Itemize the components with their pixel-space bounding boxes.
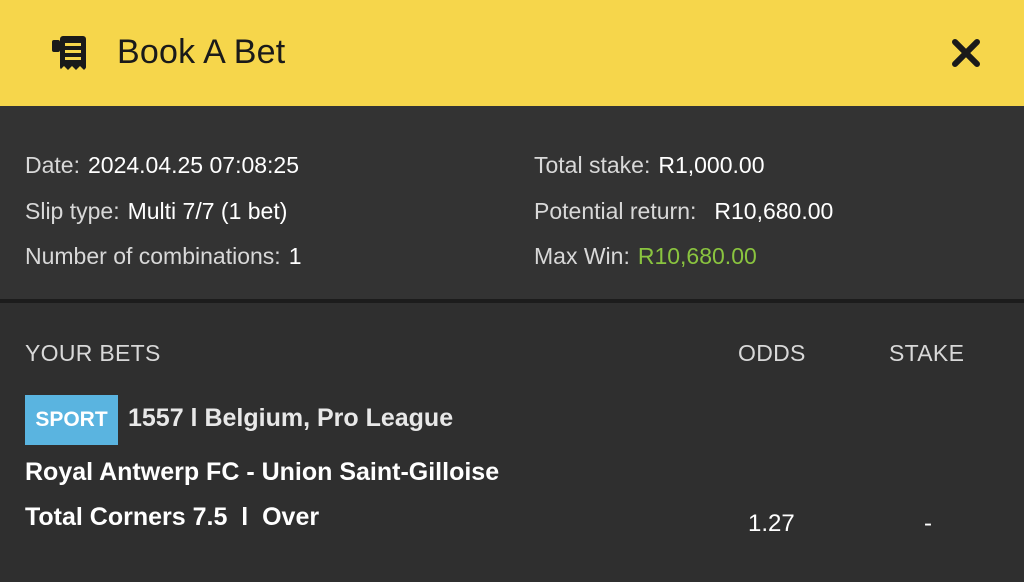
bet-summary: Date: 2024.04.25 07:08:25 Slip type: Multi… bbox=[0, 106, 1024, 299]
your-bets-heading: YOUR BETS bbox=[25, 340, 161, 366]
date-label: Date: bbox=[25, 152, 80, 178]
potential-return-row: Potential return: R10,680.00 bbox=[534, 198, 833, 225]
modal-title: Book A Bet bbox=[117, 33, 286, 71]
total-stake-row: Total stake: R1,000.00 bbox=[534, 152, 764, 179]
date-row: Date: 2024.04.25 07:08:25 bbox=[25, 152, 299, 179]
event-league: 1557 l Belgium, Pro League bbox=[128, 404, 454, 432]
stake-value: - bbox=[924, 510, 932, 537]
combinations-value: 1 bbox=[288, 243, 302, 269]
odds-heading: ODDS bbox=[738, 340, 806, 366]
combinations-label: Number of combinations: bbox=[25, 243, 281, 269]
stake-heading: STAKE bbox=[889, 340, 965, 366]
max-win-row: Max Win: R10,680.00 bbox=[534, 243, 757, 270]
match-name: Royal Antwerp FC - Union Saint-Gilloise bbox=[25, 458, 500, 486]
potential-return-value: R10,680.00 bbox=[714, 198, 834, 224]
potential-return-label: Potential return: bbox=[534, 198, 697, 224]
slip-type-label: Slip type: bbox=[25, 198, 120, 224]
your-bets-section: YOUR BETS ODDS STAKE SPORT 1557 l Belgiu… bbox=[0, 303, 1024, 582]
odds-value: 1.27 bbox=[748, 510, 795, 537]
modal-header: Book A Bet bbox=[0, 0, 1024, 106]
total-stake-value: R1,000.00 bbox=[658, 152, 765, 178]
total-stake-label: Total stake: bbox=[534, 152, 651, 178]
date-value: 2024.04.25 07:08:25 bbox=[87, 152, 300, 178]
combinations-row: Number of combinations: 1 bbox=[25, 243, 301, 270]
max-win-value: R10,680.00 bbox=[637, 243, 757, 269]
max-win-label: Max Win: bbox=[534, 243, 630, 269]
close-icon[interactable] bbox=[946, 33, 986, 73]
slip-type-row: Slip type: Multi 7/7 (1 bet) bbox=[25, 198, 287, 225]
sport-badge: SPORT bbox=[25, 395, 118, 445]
receipt-icon bbox=[52, 36, 86, 72]
market-selection: Total Corners 7.5 l Over bbox=[25, 503, 320, 531]
slip-type-value: Multi 7/7 (1 bet) bbox=[127, 198, 288, 224]
